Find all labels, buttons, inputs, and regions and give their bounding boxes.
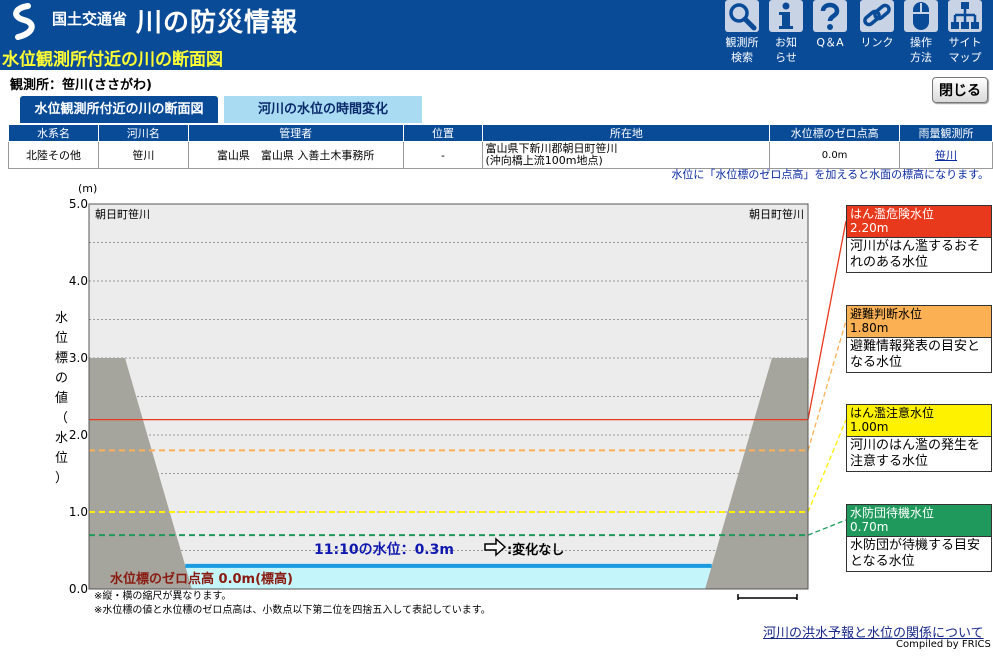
- y-axis-title-char: ）: [55, 471, 68, 486]
- level-box-evacuation: 避難判断水位 1.80m 避難情報発表の目安となる水位: [846, 305, 992, 373]
- y-axis-title-char: 値: [55, 390, 68, 406]
- y-axis-title-char: 水: [55, 431, 68, 446]
- column-header: 雨量観測所: [899, 124, 993, 142]
- column-header: 所在地: [482, 124, 771, 142]
- level-name: はん濫注意水位: [850, 406, 935, 420]
- rain-station-link[interactable]: 笹川: [935, 149, 957, 162]
- column-header: 水系名: [8, 124, 99, 142]
- y-axis-title-char: の: [55, 371, 68, 386]
- cell-zero-height: 0.0m: [769, 141, 901, 169]
- column-header: 管理者: [187, 124, 404, 142]
- level-value: 1.00m: [850, 420, 889, 434]
- level-value: 1.80m: [850, 321, 889, 335]
- cell-rain-station: 笹川: [899, 141, 993, 169]
- y-unit-label: (m): [78, 182, 97, 195]
- level-value: 2.20m: [850, 221, 889, 235]
- y-axis-title-char: （: [55, 411, 68, 426]
- level-box-caution: はん濫注意水位 1.00m 河川のはん濫の発生を注意する水位: [846, 404, 992, 472]
- nav-qa[interactable]: Q＆A: [810, 0, 850, 70]
- cell-address: 富山県下新川郡朝日町笹川 (沖向橋上流100m地点): [482, 141, 771, 169]
- level-description: 河川のはん濫の発生を注意する水位: [847, 436, 991, 471]
- level-head: はん濫危険水位 2.20m: [847, 206, 991, 237]
- close-button[interactable]: 閉じる: [932, 77, 988, 103]
- nav-sitemap[interactable]: サイト マップ: [945, 0, 985, 70]
- cross-section-chart: (m) 0.01.02.03.04.05.0 朝日町笹川 朝日町笹川 水位標の値…: [55, 182, 847, 600]
- nav-label: Q＆A: [816, 36, 844, 49]
- y-tick-label: 1.0: [69, 505, 88, 519]
- level-value: 0.70m: [850, 520, 889, 534]
- y-axis-title-char: 標: [55, 351, 68, 366]
- ministry-name: 国土交通省: [52, 10, 128, 28]
- level-connector: [807, 320, 847, 451]
- level-connector: [807, 419, 847, 513]
- y-axis-title-char: 水: [55, 311, 68, 326]
- table-row: 北陸その他 笹川 富山県 富山県 入善土木事務所 - 富山県下新川郡朝日町笹川 …: [8, 141, 993, 169]
- level-head: はん濫注意水位 1.00m: [847, 405, 991, 436]
- station-info-table: 水系名 河川名 管理者 位置 所在地 水位標のゼロ点高 雨量観測所 北陸その他 …: [8, 124, 993, 169]
- nav-link[interactable]: リンク: [857, 0, 897, 70]
- tab-time-series[interactable]: 河川の水位の時間変化: [224, 96, 422, 123]
- app-title: 川の防災情報: [136, 8, 299, 38]
- column-header: 水位標のゼロ点高: [769, 124, 901, 142]
- y-tick-label: 4.0: [69, 274, 88, 288]
- y-ticks: 0.0 1.0 2.0 3.0 4.0 5.0: [69, 197, 88, 596]
- level-description: 水防団が待機する目安となる水位: [847, 536, 991, 571]
- level-name: 水防団待機水位: [850, 506, 935, 520]
- level-description: 河川がはん濫するおそれのある水位: [847, 237, 991, 272]
- current-level-text: 11:10の水位：0.3m: [314, 541, 454, 558]
- level-head: 水防団待機水位 0.70m: [847, 505, 991, 536]
- y-axis-title-char: 位: [55, 331, 68, 346]
- zero-point-label: 水位標のゼロ点高 0.0m(標高): [110, 571, 293, 587]
- nav-label: サイト マップ: [948, 36, 982, 64]
- cell-river: 笹川: [97, 141, 189, 169]
- level-head: 避難判断水位 1.80m: [847, 306, 991, 337]
- mlit-logo-icon: [13, 3, 35, 40]
- y-axis-title-char: 位: [55, 451, 68, 466]
- sitemap-icon: [948, 0, 982, 32]
- level-name: はん濫危険水位: [850, 207, 935, 221]
- magnifier-icon: [725, 0, 759, 32]
- nav-station-search[interactable]: 観測所 検索: [722, 0, 762, 70]
- footnote: ※水位標の値と水位標のゼロ点高は、小数点以下第二位を四捨五入して表記しています。: [94, 605, 491, 616]
- question-icon: [813, 0, 847, 32]
- level-box-danger: はん濫危険水位 2.20m 河川がはん濫するおそれのある水位: [846, 205, 992, 273]
- footnote: ※縦・横の縮尺が異なります。: [94, 591, 232, 602]
- level-box-standby: 水防団待機水位 0.70m 水防団が待機する目安となる水位: [846, 504, 992, 572]
- bank-right-label: 朝日町笹川: [749, 208, 804, 221]
- column-header: 河川名: [97, 124, 189, 142]
- y-axis-title: 水位標の値（水位）: [55, 311, 68, 486]
- header-bar: 国土交通省 川の防災情報 水位観測所付近の川の断面図 観測所 検索 お知 らせ …: [0, 0, 993, 70]
- y-tick-label: 3.0: [69, 351, 88, 365]
- station-name: 観測所：笹川(ささがわ): [10, 78, 152, 93]
- info-icon: [769, 0, 803, 32]
- change-text: :変化なし: [507, 542, 564, 558]
- nav-howto[interactable]: 操作 方法: [901, 0, 941, 70]
- level-description: 避難情報発表の目安となる水位: [847, 337, 991, 372]
- tab-cross-section[interactable]: 水位観測所付近の川の断面図: [20, 96, 218, 123]
- bank-left-label: 朝日町笹川: [95, 208, 150, 221]
- level-connector: [807, 220, 847, 420]
- y-tick-label: 5.0: [69, 197, 88, 211]
- column-header: 位置: [402, 124, 484, 142]
- cell-position: -: [402, 141, 484, 169]
- compiled-by: Compiled by FRICS: [896, 639, 991, 650]
- level-name: 避難判断水位: [850, 307, 923, 321]
- level-connector: [807, 519, 847, 536]
- y-tick-label: 0.0: [69, 582, 88, 596]
- page-subtitle: 水位観測所付近の川の断面図: [2, 50, 223, 70]
- cell-manager: 富山県 富山県 入善土木事務所: [187, 141, 404, 169]
- cell-system: 北陸その他: [8, 141, 99, 169]
- table-header-row: 水系名 河川名 管理者 位置 所在地 水位標のゼロ点高 雨量観測所: [8, 124, 993, 142]
- nav-notice[interactable]: お知 らせ: [766, 0, 806, 70]
- footnotes: ※縦・横の縮尺が異なります。 ※水位標の値と水位標のゼロ点高は、小数点以下第二位…: [94, 590, 491, 618]
- link-icon: [860, 0, 894, 32]
- plot-background: [89, 204, 808, 589]
- y-tick-label: 2.0: [69, 428, 88, 442]
- mouse-icon: [904, 0, 938, 32]
